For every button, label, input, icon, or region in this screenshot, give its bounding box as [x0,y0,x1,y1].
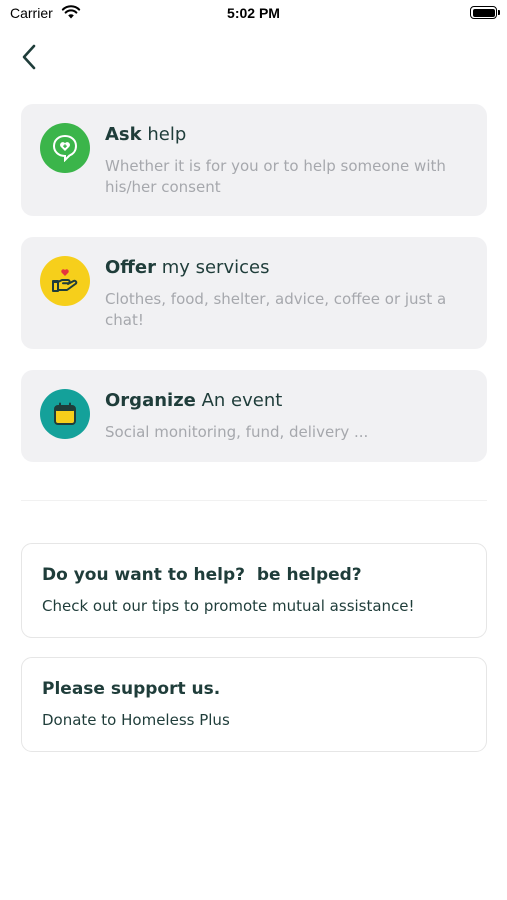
chevron-left-icon [21,44,37,74]
support-card-subtitle: Donate to Homeless Plus [42,711,230,729]
tips-card[interactable]: Do you want to help? be helped? Check ou… [21,543,487,638]
offer-services-description: Clothes, food, shelter, advice, coffee o… [105,290,447,329]
ask-help-description: Whether it is for you or to help someone… [105,157,446,196]
clock: 5:02 PM [227,5,280,21]
organize-event-description: Social monitoring, fund, delivery ... [105,423,369,441]
battery-icon [470,6,500,19]
offer-services-card[interactable]: Offer my services Clothes, food, shelter… [21,237,487,349]
offer-services-title-bold: Offer [105,257,156,278]
organize-event-card[interactable]: Organize An event Social monitoring, fun… [21,370,487,462]
status-bar: Carrier 5:02 PM [0,0,507,28]
tips-card-subtitle: Check out our tips to promote mutual ass… [42,597,415,615]
organize-event-title-bold: Organize [105,390,196,411]
support-card[interactable]: Please support us. Donate to Homeless Pl… [21,657,487,752]
offer-services-title: Offer my services [105,257,269,278]
ask-help-card[interactable]: Ask help Whether it is for you or to hel… [21,104,487,216]
organize-event-title: Organize An event [105,390,282,411]
ask-help-title: Ask help [105,124,186,145]
tips-card-title: Do you want to help? be helped? [42,565,362,585]
ask-help-title-bold: Ask [105,124,142,145]
offer-services-title-rest: my services [155,257,270,278]
organize-event-title-rest: An event [195,390,283,411]
hand-heart-icon [40,256,90,306]
heart-chat-icon [40,123,90,173]
section-divider [21,500,487,501]
support-card-title: Please support us. [42,679,221,699]
calendar-icon [40,389,90,439]
ask-help-title-rest: help [141,124,187,145]
back-button[interactable] [14,44,44,74]
